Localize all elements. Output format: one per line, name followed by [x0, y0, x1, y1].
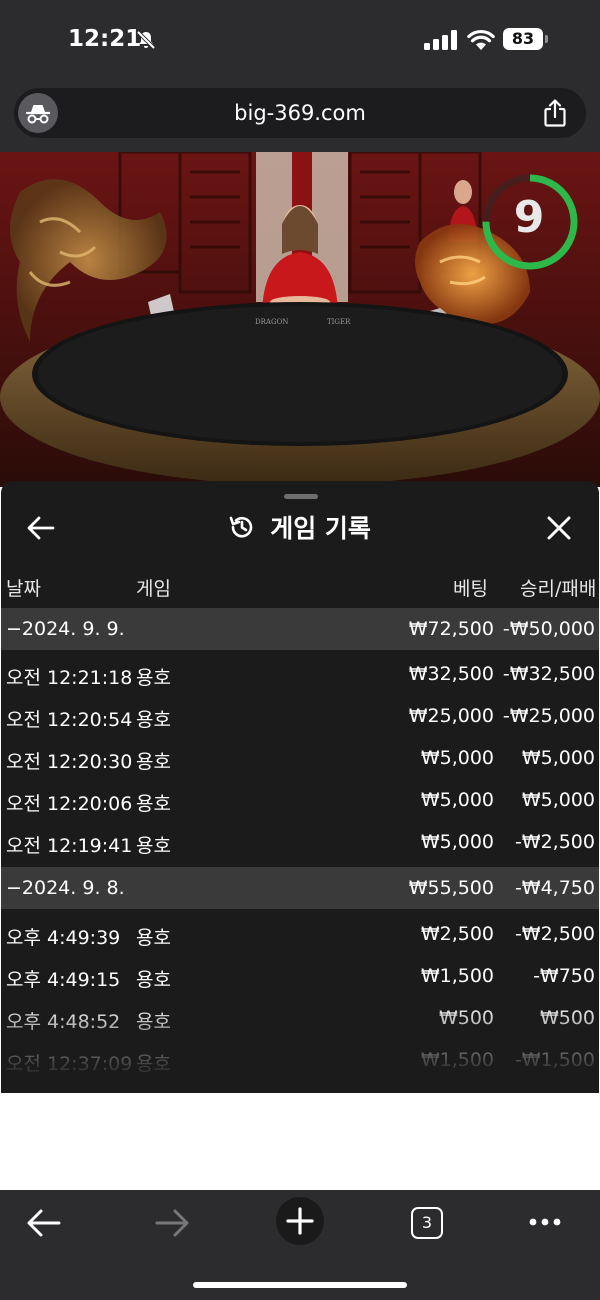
column-header-game: 게임	[136, 578, 171, 600]
row-bet: ₩25,000	[408, 705, 494, 727]
row-date: 오전 12:19:41	[6, 835, 133, 857]
date-group-row[interactable]: −2024. 9. 8. ₩55,500 -₩4,750	[1, 867, 599, 909]
row-game: 용호	[136, 969, 171, 991]
history-row[interactable]: 오전 12:20:06 용호 ₩5,000 ₩5,000	[1, 779, 599, 821]
row-result: -₩4,750	[514, 877, 595, 899]
row-game: 용호	[136, 835, 171, 857]
game-history-panel: 게임 기록 날짜 게임 베팅 승리/패배 −2024. 9. 9. ₩72,500…	[1, 481, 599, 1093]
history-row[interactable]: 오전 12:19:41 용호 ₩5,000 -₩2,500	[1, 821, 599, 863]
status-time: 12:21	[68, 26, 142, 52]
row-game: 용호	[136, 667, 171, 689]
row-date: −2024. 9. 9.	[6, 618, 125, 640]
row-game: 용호	[136, 751, 171, 773]
row-bet: ₩55,500	[408, 877, 494, 899]
row-date: 오전 12:21:18	[6, 667, 133, 689]
row-bet: ₩2,500	[420, 923, 494, 945]
row-date: −2024. 9. 8.	[6, 877, 125, 899]
wifi-icon	[467, 29, 495, 50]
svg-text:DRAGON: DRAGON	[255, 318, 288, 326]
cellular-signal-icon	[424, 30, 457, 50]
arrow-left-icon[interactable]	[26, 1208, 62, 1238]
date-group-row[interactable]: −2024. 9. 9. ₩72,500 -₩50,000	[1, 608, 599, 650]
row-result: ₩5,000	[521, 789, 595, 811]
new-tab-button[interactable]	[276, 1197, 324, 1245]
battery-tip	[545, 35, 548, 43]
home-indicator[interactable]	[193, 1282, 407, 1288]
history-row[interactable]: 오후 4:49:15 용호 ₩1,500 -₩750	[1, 955, 599, 997]
tab-switcher-button[interactable]: 3	[411, 1207, 443, 1239]
row-result: -₩2,500	[514, 923, 595, 945]
row-date: 오후 4:49:39	[6, 927, 121, 949]
row-bet: ₩5,000	[420, 831, 494, 853]
history-icon	[229, 516, 253, 538]
row-result: -₩2,500	[514, 831, 595, 853]
column-header-result: 승리/패배	[520, 578, 597, 600]
share-icon[interactable]	[542, 99, 568, 127]
row-date: 오후 4:49:15	[6, 969, 121, 991]
incognito-icon	[25, 105, 51, 124]
row-game: 용호	[136, 927, 171, 949]
history-row[interactable]: 오전 12:20:30 용호 ₩5,000 ₩5,000	[1, 737, 599, 779]
battery-indicator: 83	[503, 28, 543, 50]
url-text[interactable]: big-369.com	[14, 88, 586, 138]
history-row[interactable]: 오전 12:20:54 용호 ₩25,000 -₩25,000	[1, 695, 599, 737]
row-result: ₩5,000	[521, 747, 595, 769]
row-game: 용호	[136, 709, 171, 731]
history-row[interactable]: 오전 12:21:18 용호 ₩32,500 -₩32,500	[1, 653, 599, 695]
arrow-right-icon[interactable]	[154, 1208, 190, 1238]
live-video[interactable]: DRAGON TIGER 9	[0, 152, 600, 487]
row-bet: ₩5,000	[420, 789, 494, 811]
bell-slash-icon	[136, 30, 156, 50]
panel-title-text: 게임 기록	[270, 514, 371, 543]
row-result: -₩25,000	[502, 705, 595, 727]
list-fade	[1, 1001, 599, 1093]
panel-title: 게임 기록	[1, 509, 599, 545]
row-bet: ₩72,500	[408, 618, 494, 640]
top-chrome: 12:21 83 big-369.com	[0, 0, 600, 152]
sheet-grabber[interactable]	[284, 494, 318, 499]
browser-toolbar: 3	[0, 1190, 600, 1300]
row-bet: ₩1,500	[420, 965, 494, 987]
close-icon[interactable]	[546, 515, 572, 541]
row-date: 오전 12:20:06	[6, 793, 133, 815]
incognito-button[interactable]	[18, 93, 58, 133]
more-horizontal-icon[interactable]	[527, 1216, 563, 1228]
address-bar[interactable]: big-369.com	[14, 88, 586, 138]
history-row[interactable]: 오후 4:49:39 용호 ₩2,500 -₩2,500	[1, 913, 599, 955]
column-header-date: 날짜	[6, 578, 41, 600]
column-header-bet: 베팅	[453, 578, 488, 600]
row-bet: ₩32,500	[408, 663, 494, 685]
plus-icon	[286, 1207, 314, 1235]
svg-text:TIGER: TIGER	[327, 318, 351, 326]
row-result: -₩750	[533, 965, 595, 987]
round-timer: 9	[513, 192, 545, 243]
row-date: 오전 12:20:30	[6, 751, 133, 773]
row-game: 용호	[136, 793, 171, 815]
row-bet: ₩5,000	[420, 747, 494, 769]
row-date: 오전 12:20:54	[6, 709, 133, 731]
row-result: -₩50,000	[502, 618, 595, 640]
row-result: -₩32,500	[502, 663, 595, 685]
